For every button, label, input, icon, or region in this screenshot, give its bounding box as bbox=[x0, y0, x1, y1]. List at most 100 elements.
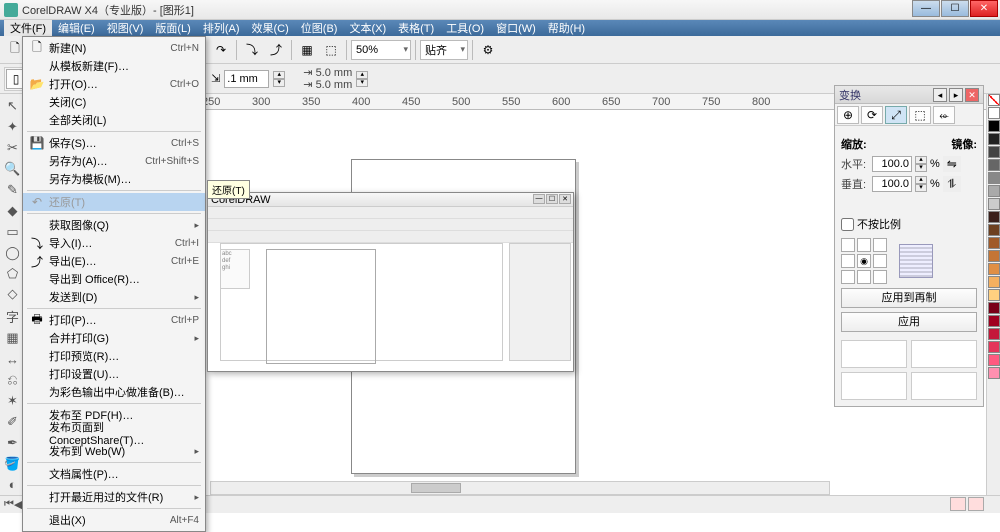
menu-window[interactable]: 窗口(W) bbox=[490, 20, 542, 36]
color-swatch[interactable] bbox=[988, 172, 1000, 184]
page-nav-first-icon[interactable]: ⏮ bbox=[4, 498, 14, 511]
rotate-tab-icon[interactable]: ⟳ bbox=[861, 106, 883, 124]
preset-slot[interactable] bbox=[911, 372, 977, 400]
scrollbar-thumb[interactable] bbox=[411, 483, 461, 493]
color-swatch[interactable] bbox=[988, 276, 1000, 288]
basic-shapes-icon[interactable]: ◇ bbox=[2, 285, 24, 304]
zoom-combo[interactable]: 50% bbox=[351, 40, 411, 60]
scale-tab-icon[interactable]: ⤢ bbox=[885, 106, 907, 124]
menu-item[interactable]: 打开最近用过的文件(R) bbox=[23, 488, 205, 506]
menu-item[interactable]: 打印设置(U)… bbox=[23, 365, 205, 383]
mirror-v-icon[interactable]: ⥮ bbox=[943, 176, 961, 192]
preset-slot[interactable] bbox=[841, 340, 907, 368]
menu-item[interactable]: 获取图像(Q) bbox=[23, 216, 205, 234]
snap-combo[interactable]: 贴齐 bbox=[420, 40, 468, 60]
color-swatch[interactable] bbox=[988, 354, 1000, 366]
shape-tool-icon[interactable]: ✦ bbox=[2, 118, 24, 137]
menu-item[interactable]: 🗋新建(N)Ctrl+N bbox=[23, 39, 205, 57]
preset-slot[interactable] bbox=[841, 372, 907, 400]
rectangle-tool-icon[interactable]: ▭ bbox=[2, 222, 24, 241]
pick-tool-icon[interactable]: ↖ bbox=[2, 97, 24, 116]
interactive-fill-icon[interactable]: ◐ bbox=[2, 475, 24, 494]
color-swatch[interactable] bbox=[988, 120, 1000, 132]
color-swatch[interactable] bbox=[988, 367, 1000, 379]
h-scale-input[interactable] bbox=[872, 156, 912, 172]
position-tab-icon[interactable]: ⊕ bbox=[837, 106, 859, 124]
outline-tool-icon[interactable]: ✒ bbox=[2, 433, 24, 452]
menu-table[interactable]: 表格(T) bbox=[392, 20, 440, 36]
color-swatch[interactable] bbox=[988, 237, 1000, 249]
welcome-icon[interactable]: ⬚ bbox=[320, 39, 342, 61]
app-launcher-icon[interactable]: ▦ bbox=[296, 39, 318, 61]
anchor-grid[interactable] bbox=[841, 238, 887, 284]
menu-item[interactable]: 全部关闭(L) bbox=[23, 111, 205, 129]
maximize-button[interactable]: ☐ bbox=[941, 0, 969, 17]
color-swatch[interactable] bbox=[988, 146, 1000, 158]
menu-item[interactable]: 发布到 Web(W) bbox=[23, 442, 205, 460]
eyedropper-tool-icon[interactable]: ✐ bbox=[2, 412, 24, 431]
nudge-input[interactable] bbox=[224, 70, 269, 88]
menu-arrange[interactable]: 排列(A) bbox=[197, 20, 246, 36]
zoom-tool-icon[interactable]: 🔍 bbox=[2, 160, 24, 179]
menu-item[interactable]: 发布页面到 ConceptShare(T)… bbox=[23, 424, 205, 442]
menu-bitmaps[interactable]: 位图(B) bbox=[295, 20, 344, 36]
menu-item[interactable]: 打印预览(R)… bbox=[23, 347, 205, 365]
crop-tool-icon[interactable]: ✂ bbox=[2, 139, 24, 158]
menu-item[interactable]: 文档属性(P)… bbox=[23, 465, 205, 483]
menu-item[interactable]: 另存为(A)…Ctrl+Shift+S bbox=[23, 152, 205, 170]
color-swatch[interactable] bbox=[988, 250, 1000, 262]
fill-swatch-icon[interactable] bbox=[950, 497, 966, 511]
no-color-swatch[interactable] bbox=[988, 94, 1000, 106]
color-swatch[interactable] bbox=[988, 289, 1000, 301]
color-swatch[interactable] bbox=[988, 133, 1000, 145]
menu-item[interactable]: ⤴导出(E)…Ctrl+E bbox=[23, 252, 205, 270]
v-spinner[interactable]: ▴▾ bbox=[915, 176, 927, 192]
color-swatch[interactable] bbox=[988, 263, 1000, 275]
nudge-spinner[interactable]: ▴▾ bbox=[273, 71, 285, 87]
dimension-tool-icon[interactable]: ↔ bbox=[2, 350, 24, 369]
apply-button[interactable]: 应用 bbox=[841, 312, 977, 332]
text-tool-icon[interactable]: 字 bbox=[2, 306, 24, 327]
size-tab-icon[interactable]: ⬚ bbox=[909, 106, 931, 124]
export-icon[interactable]: ⤴ bbox=[265, 39, 287, 61]
menu-item[interactable]: ⤵导入(I)…Ctrl+I bbox=[23, 234, 205, 252]
polygon-tool-icon[interactable]: ⬠ bbox=[2, 264, 24, 283]
mirror-h-icon[interactable]: ⇋ bbox=[943, 156, 961, 172]
menu-edit[interactable]: 编辑(E) bbox=[52, 20, 101, 36]
close-button[interactable]: ✕ bbox=[970, 0, 998, 17]
apply-duplicate-button[interactable]: 应用到再制 bbox=[841, 288, 977, 308]
redo-icon[interactable]: ↷ bbox=[210, 39, 232, 61]
menu-item[interactable]: 为彩色输出中心做准备(B)… bbox=[23, 383, 205, 401]
docker-close-button[interactable]: ✕ bbox=[965, 88, 979, 102]
skew-tab-icon[interactable]: ⬰ bbox=[933, 106, 955, 124]
options-icon[interactable]: ⚙ bbox=[477, 39, 499, 61]
menu-item[interactable]: 合并打印(G) bbox=[23, 329, 205, 347]
menu-effects[interactable]: 效果(C) bbox=[246, 20, 295, 36]
menu-item[interactable]: 关闭(C) bbox=[23, 93, 205, 111]
color-swatch[interactable] bbox=[988, 328, 1000, 340]
docker-next-button[interactable]: ▸ bbox=[949, 88, 963, 102]
color-swatch[interactable] bbox=[988, 185, 1000, 197]
ellipse-tool-icon[interactable]: ◯ bbox=[2, 243, 24, 262]
color-swatch[interactable] bbox=[988, 341, 1000, 353]
horizontal-scrollbar[interactable] bbox=[210, 481, 830, 495]
nonprop-checkbox[interactable] bbox=[841, 218, 854, 231]
v-scale-input[interactable] bbox=[872, 176, 912, 192]
table-tool-icon[interactable]: ▦ bbox=[2, 329, 24, 348]
menu-item[interactable]: 导出到 Office(R)… bbox=[23, 270, 205, 288]
smartfill-tool-icon[interactable]: ◆ bbox=[2, 201, 24, 220]
menu-item[interactable]: 另存为模板(M)… bbox=[23, 170, 205, 188]
preset-slot[interactable] bbox=[911, 340, 977, 368]
fill-tool-icon[interactable]: 🪣 bbox=[2, 454, 24, 473]
h-spinner[interactable]: ▴▾ bbox=[915, 156, 927, 172]
menu-item[interactable]: 发送到(D) bbox=[23, 288, 205, 306]
color-swatch[interactable] bbox=[988, 315, 1000, 327]
freehand-tool-icon[interactable]: ✎ bbox=[2, 181, 24, 200]
minimize-button[interactable]: — bbox=[912, 0, 940, 17]
dup-spinner[interactable]: ▴▾ bbox=[356, 71, 368, 87]
color-swatch[interactable] bbox=[988, 198, 1000, 210]
color-swatch[interactable] bbox=[988, 107, 1000, 119]
color-swatch[interactable] bbox=[988, 211, 1000, 223]
menu-item[interactable]: 📂打开(O)…Ctrl+O bbox=[23, 75, 205, 93]
menu-item[interactable]: 退出(X)Alt+F4 bbox=[23, 511, 205, 529]
